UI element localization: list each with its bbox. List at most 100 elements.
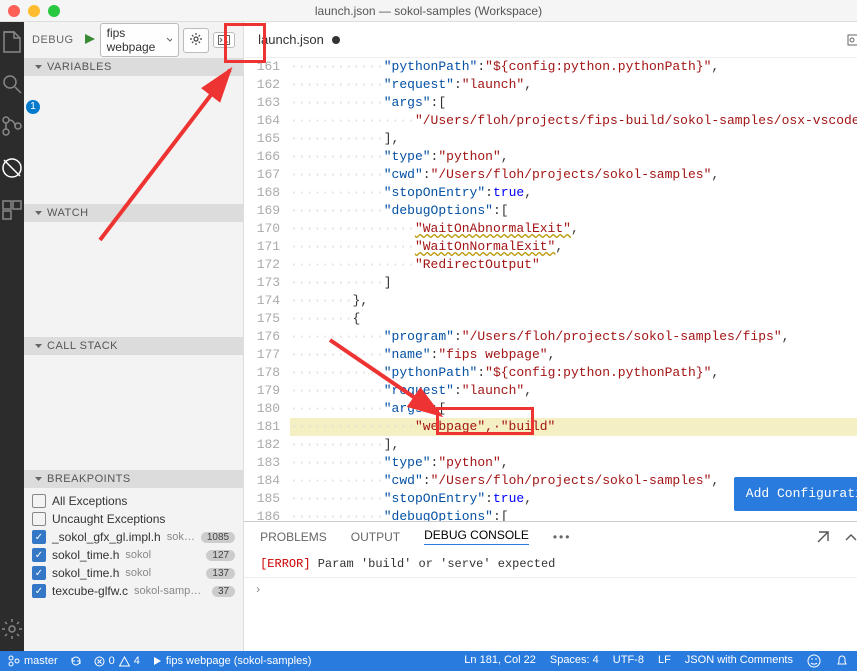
breakpoint-count: 37 xyxy=(212,586,235,597)
breakpoint-sub: sok… xyxy=(167,531,195,543)
debug-sidebar: DEBUG fips webpage VARIABLES WATCH xyxy=(24,22,244,651)
maximize-icon[interactable] xyxy=(48,5,60,17)
status-problems[interactable]: 0 4 xyxy=(94,655,140,667)
breakpoint-name: All Exceptions xyxy=(52,494,127,508)
error-tag: [ERROR] xyxy=(260,557,310,571)
editor-tabs: launch.json ••• xyxy=(244,22,857,58)
breakpoint-name: _sokol_gfx_gl.impl.h xyxy=(52,530,161,544)
window-controls xyxy=(8,5,60,17)
feedback-icon[interactable] xyxy=(807,654,821,668)
chevron-down-icon xyxy=(34,209,43,218)
tab-launch-json[interactable]: launch.json xyxy=(244,24,354,55)
callstack-body xyxy=(24,355,243,470)
breakpoint-count: 137 xyxy=(206,568,235,579)
start-debug-button[interactable] xyxy=(82,32,96,49)
extensions-icon[interactable] xyxy=(0,198,24,222)
callstack-section-header[interactable]: CALL STACK xyxy=(24,337,243,355)
breakpoint-row[interactable]: ✓ _sokol_gfx_gl.impl.h sok… 1085 xyxy=(24,528,243,546)
bell-icon[interactable] xyxy=(835,654,849,668)
chevron-up-icon[interactable] xyxy=(844,530,857,544)
explorer-icon[interactable] xyxy=(0,30,24,54)
watch-body xyxy=(24,222,243,337)
status-sync[interactable] xyxy=(70,655,82,667)
breakpoint-name: Uncaught Exceptions xyxy=(52,512,165,526)
search-icon[interactable] xyxy=(0,72,24,96)
close-icon[interactable] xyxy=(8,5,20,17)
tab-label: launch.json xyxy=(258,32,324,47)
status-encoding[interactable]: UTF-8 xyxy=(613,654,644,668)
status-language[interactable]: JSON with Comments xyxy=(685,654,793,668)
status-launch[interactable]: fips webpage (sokol-samples) xyxy=(152,655,312,667)
console-icon xyxy=(218,35,230,45)
breakpoints-list: All Exceptions Uncaught Exceptions ✓ _sokol… xyxy=(24,488,243,604)
breakpoint-sub: sokol xyxy=(125,567,151,579)
config-name: fips webpage xyxy=(107,26,162,54)
variables-body xyxy=(24,76,243,204)
source-control-icon[interactable] xyxy=(0,114,24,138)
chevron-down-icon xyxy=(34,63,43,72)
sync-icon xyxy=(70,655,82,667)
error-icon xyxy=(94,656,105,667)
breakpoint-sub: sokol xyxy=(125,549,151,561)
breakpoint-row[interactable]: ✓ texcube-glfw.c sokol-samp… 37 xyxy=(24,582,243,600)
chevron-down-icon xyxy=(34,475,43,484)
debug-header: DEBUG fips webpage xyxy=(24,22,243,58)
checkbox[interactable]: ✓ xyxy=(32,548,46,562)
checkbox[interactable] xyxy=(32,494,46,508)
console-input-marker[interactable]: › xyxy=(244,577,857,600)
debug-icon[interactable] xyxy=(0,156,24,180)
scm-badge: 1 xyxy=(26,100,40,114)
breakpoint-name: sokol_time.h xyxy=(52,566,119,580)
breakpoint-sub: sokol-samp… xyxy=(134,585,201,597)
debug-console-toggle[interactable] xyxy=(213,32,235,48)
panel-tabs: PROBLEMS OUTPUT DEBUG CONSOLE ••• xyxy=(244,522,857,551)
breakpoint-row[interactable]: ✓ sokol_time.h sokol 137 xyxy=(24,564,243,582)
tab-output[interactable]: OUTPUT xyxy=(351,530,400,544)
status-eol[interactable]: LF xyxy=(658,654,671,668)
breakpoint-row[interactable]: All Exceptions xyxy=(24,492,243,510)
variables-section-header[interactable]: VARIABLES xyxy=(24,58,243,76)
code-lines: ············"pythonPath":"${config:pytho… xyxy=(290,58,857,521)
line-gutter: 1611621631641651661671681691701711721731… xyxy=(244,58,290,521)
warning-icon xyxy=(119,656,130,667)
window-title: launch.json — sokol-samples (Workspace) xyxy=(315,4,542,18)
breakpoint-name: texcube-glfw.c xyxy=(52,584,128,598)
breakpoint-count: 1085 xyxy=(201,532,235,543)
tab-problems[interactable]: PROBLEMS xyxy=(260,530,327,544)
unsaved-dot-icon xyxy=(332,36,340,44)
chevron-down-icon xyxy=(34,342,43,351)
branch-icon xyxy=(8,655,20,667)
activity-bar: 1 xyxy=(0,22,24,651)
checkbox[interactable]: ✓ xyxy=(32,530,46,544)
tab-debug-console[interactable]: DEBUG CONSOLE xyxy=(424,528,529,545)
titlebar: launch.json — sokol-samples (Workspace) xyxy=(0,0,857,22)
breakpoint-name: sokol_time.h xyxy=(52,548,119,562)
breakpoint-row[interactable]: Uncaught Exceptions xyxy=(24,510,243,528)
checkbox[interactable] xyxy=(32,512,46,526)
editor-actions: ••• xyxy=(847,32,857,48)
checkbox[interactable]: ✓ xyxy=(32,584,46,598)
settings-gear-icon[interactable] xyxy=(0,617,24,641)
editor-area: launch.json ••• 161162163164165166167168… xyxy=(244,22,857,651)
breakpoint-row[interactable]: ✓ sokol_time.h sokol 127 xyxy=(24,546,243,564)
watch-section-header[interactable]: WATCH xyxy=(24,204,243,222)
clear-icon[interactable] xyxy=(816,530,830,544)
breakpoints-section-header[interactable]: BREAKPOINTS xyxy=(24,470,243,488)
status-position[interactable]: Ln 181, Col 22 xyxy=(464,654,536,668)
diff-icon[interactable] xyxy=(847,32,857,48)
status-spaces[interactable]: Spaces: 4 xyxy=(550,654,599,668)
error-msg: Param 'build' or 'serve' expected xyxy=(311,557,556,571)
checkbox[interactable]: ✓ xyxy=(32,566,46,580)
open-launch-json-button[interactable] xyxy=(183,28,209,53)
gear-icon xyxy=(189,32,203,46)
debug-config-selector[interactable]: fips webpage xyxy=(100,23,179,57)
more-icon[interactable]: ••• xyxy=(553,530,572,544)
status-branch[interactable]: master xyxy=(8,655,58,667)
play-icon xyxy=(152,656,162,666)
bottom-panel: PROBLEMS OUTPUT DEBUG CONSOLE ••• [ERROR… xyxy=(244,521,857,651)
add-configuration-button[interactable]: Add Configuration... xyxy=(734,477,857,511)
minimize-icon[interactable] xyxy=(28,5,40,17)
chevron-down-icon xyxy=(166,36,172,44)
code-editor[interactable]: 1611621631641651661671681691701711721731… xyxy=(244,58,857,521)
breakpoint-count: 127 xyxy=(206,550,235,561)
